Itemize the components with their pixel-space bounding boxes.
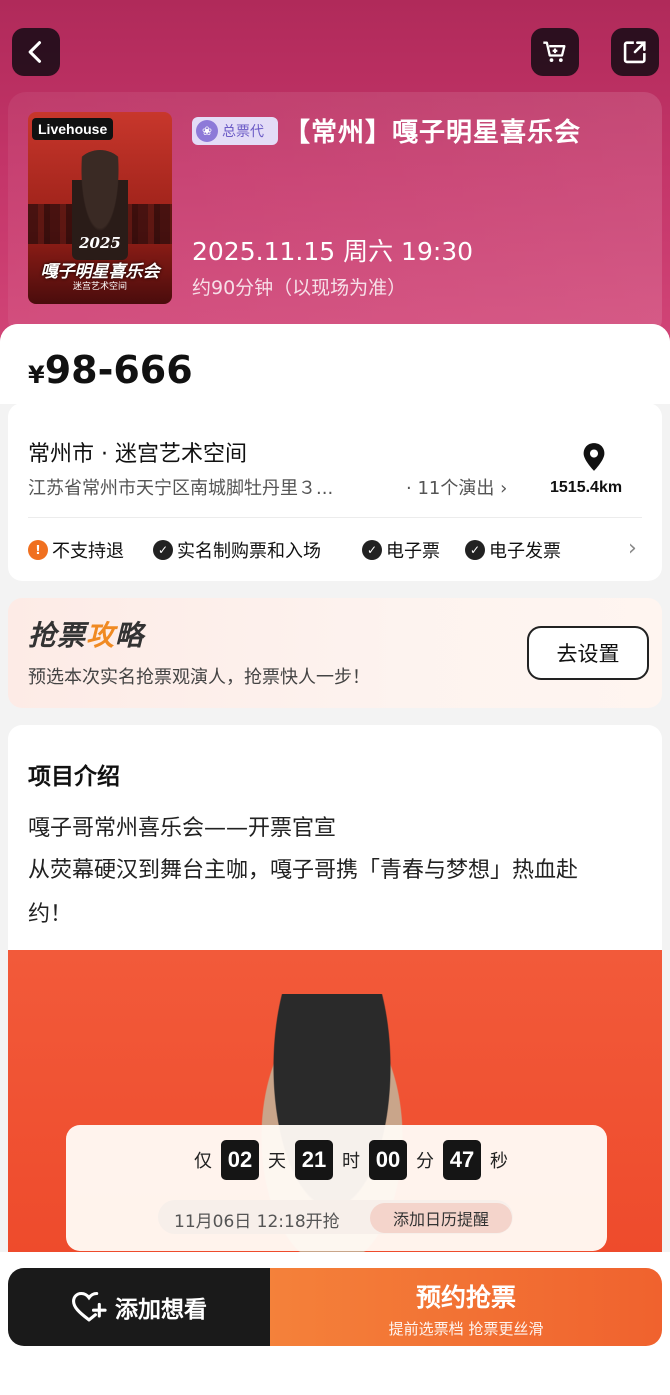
calendar-reminder-button[interactable]: 添加日历提醒 (370, 1203, 512, 1233)
poster-subtitle: 迷宫艺术空间 (72, 282, 127, 292)
warning-icon: ! (28, 540, 48, 560)
intro-line-3: 约！ (28, 902, 73, 927)
share-button[interactable] (611, 28, 659, 76)
policy-label: 不支持退 (52, 541, 124, 562)
cart-button[interactable] (531, 28, 579, 76)
back-button[interactable] (12, 28, 60, 76)
poster-year: 2025 (79, 234, 121, 252)
event-datetime: 2025.11.15 周六 19:30 (192, 237, 474, 266)
venue-name[interactable]: 常州市 · 迷宫艺术空间 (28, 436, 247, 468)
check-icon: ✓ (153, 540, 173, 560)
venue-address[interactable]: 江苏省常州市天宁区南城脚牡丹里３... (28, 474, 388, 500)
book-ticket-label[interactable]: 预约抢票 (270, 1278, 662, 1314)
strategy-title-a: 抢票 (28, 619, 87, 652)
agent-badge: ❀ 总票代 (192, 117, 278, 145)
wishlist-label: 添加想看 (115, 1297, 207, 1323)
ticket-agent-icon: ❀ (196, 120, 218, 142)
event-poster[interactable]: Livehouse 2025 嘎子明星喜乐会 迷宫艺术空间 (28, 112, 172, 304)
policy-e-ticket[interactable]: ✓ 电子票 (362, 537, 440, 563)
agent-badge-label: 总票代 (222, 124, 264, 140)
countdown-seconds-unit: 秒 (490, 1151, 508, 1172)
countdown-seconds: 47 (443, 1140, 481, 1180)
sale-start-time: 11月06日 12:18开抢 (174, 1212, 340, 1232)
intro-heading: 项目介绍 (28, 764, 120, 790)
price-value: 98-666 (44, 348, 193, 392)
countdown-hours-unit: 时 (342, 1151, 360, 1172)
strategy-description: 预选本次实名抢票观演人，抢票快人一步！ (28, 667, 370, 688)
venue-shows-link[interactable]: · 11个演出 › (406, 474, 507, 500)
add-to-wishlist-button[interactable]: 添加想看 (8, 1268, 270, 1346)
map-pin-icon[interactable] (580, 442, 608, 472)
divider (28, 517, 642, 518)
countdown-hours: 21 (295, 1140, 333, 1180)
price-currency: ¥ (28, 361, 45, 389)
check-icon: ✓ (362, 540, 382, 560)
price-range: ¥98-666 (28, 348, 193, 392)
countdown-prefix: 仅 (194, 1151, 212, 1172)
event-duration: 约90分钟（以现场为准） (192, 277, 407, 299)
strategy-title: 抢票攻略 (28, 614, 144, 654)
share-icon (623, 41, 646, 64)
strategy-title-b: 攻 (86, 619, 116, 652)
policy-e-invoice[interactable]: ✓ 电子发票 (465, 537, 561, 563)
countdown-minutes-unit: 分 (416, 1151, 434, 1172)
policy-no-refund[interactable]: ! 不支持退 (28, 537, 124, 563)
policy-label: 电子票 (386, 541, 440, 562)
chevron-left-icon (28, 41, 42, 63)
event-title: 【常州】嘎子明星喜乐会 (284, 118, 582, 148)
intro-line-2: 从荧幕硬汉到舞台主咖，嘎子哥携「青春与梦想」热血赴 (28, 858, 579, 883)
countdown-minutes: 00 (369, 1140, 407, 1180)
book-ticket-subtitle[interactable]: 提前选票档 抢票更丝滑 (270, 1318, 662, 1339)
countdown-timer: 仅 02 天 21 时 00 分 47 秒 (190, 1140, 512, 1180)
cart-icon (543, 41, 566, 63)
policy-real-name[interactable]: ✓ 实名制购票和入场 (153, 537, 321, 563)
strategy-set-button[interactable]: 去设置 (527, 626, 649, 680)
countdown-days-unit: 天 (268, 1151, 286, 1172)
policy-label: 实名制购票和入场 (177, 541, 321, 562)
check-icon: ✓ (465, 540, 485, 560)
intro-line-1: 嘎子哥常州喜乐会——开票官宣 (28, 816, 337, 841)
poster-tag: Livehouse (32, 118, 114, 140)
countdown-days: 02 (221, 1140, 259, 1180)
strategy-title-c: 略 (115, 619, 145, 652)
policy-label: 电子发票 (489, 541, 561, 562)
chevron-right-icon[interactable]: › (628, 536, 637, 561)
venue-distance: 1515.4km (550, 479, 623, 496)
heart-plus-icon (72, 1291, 107, 1322)
